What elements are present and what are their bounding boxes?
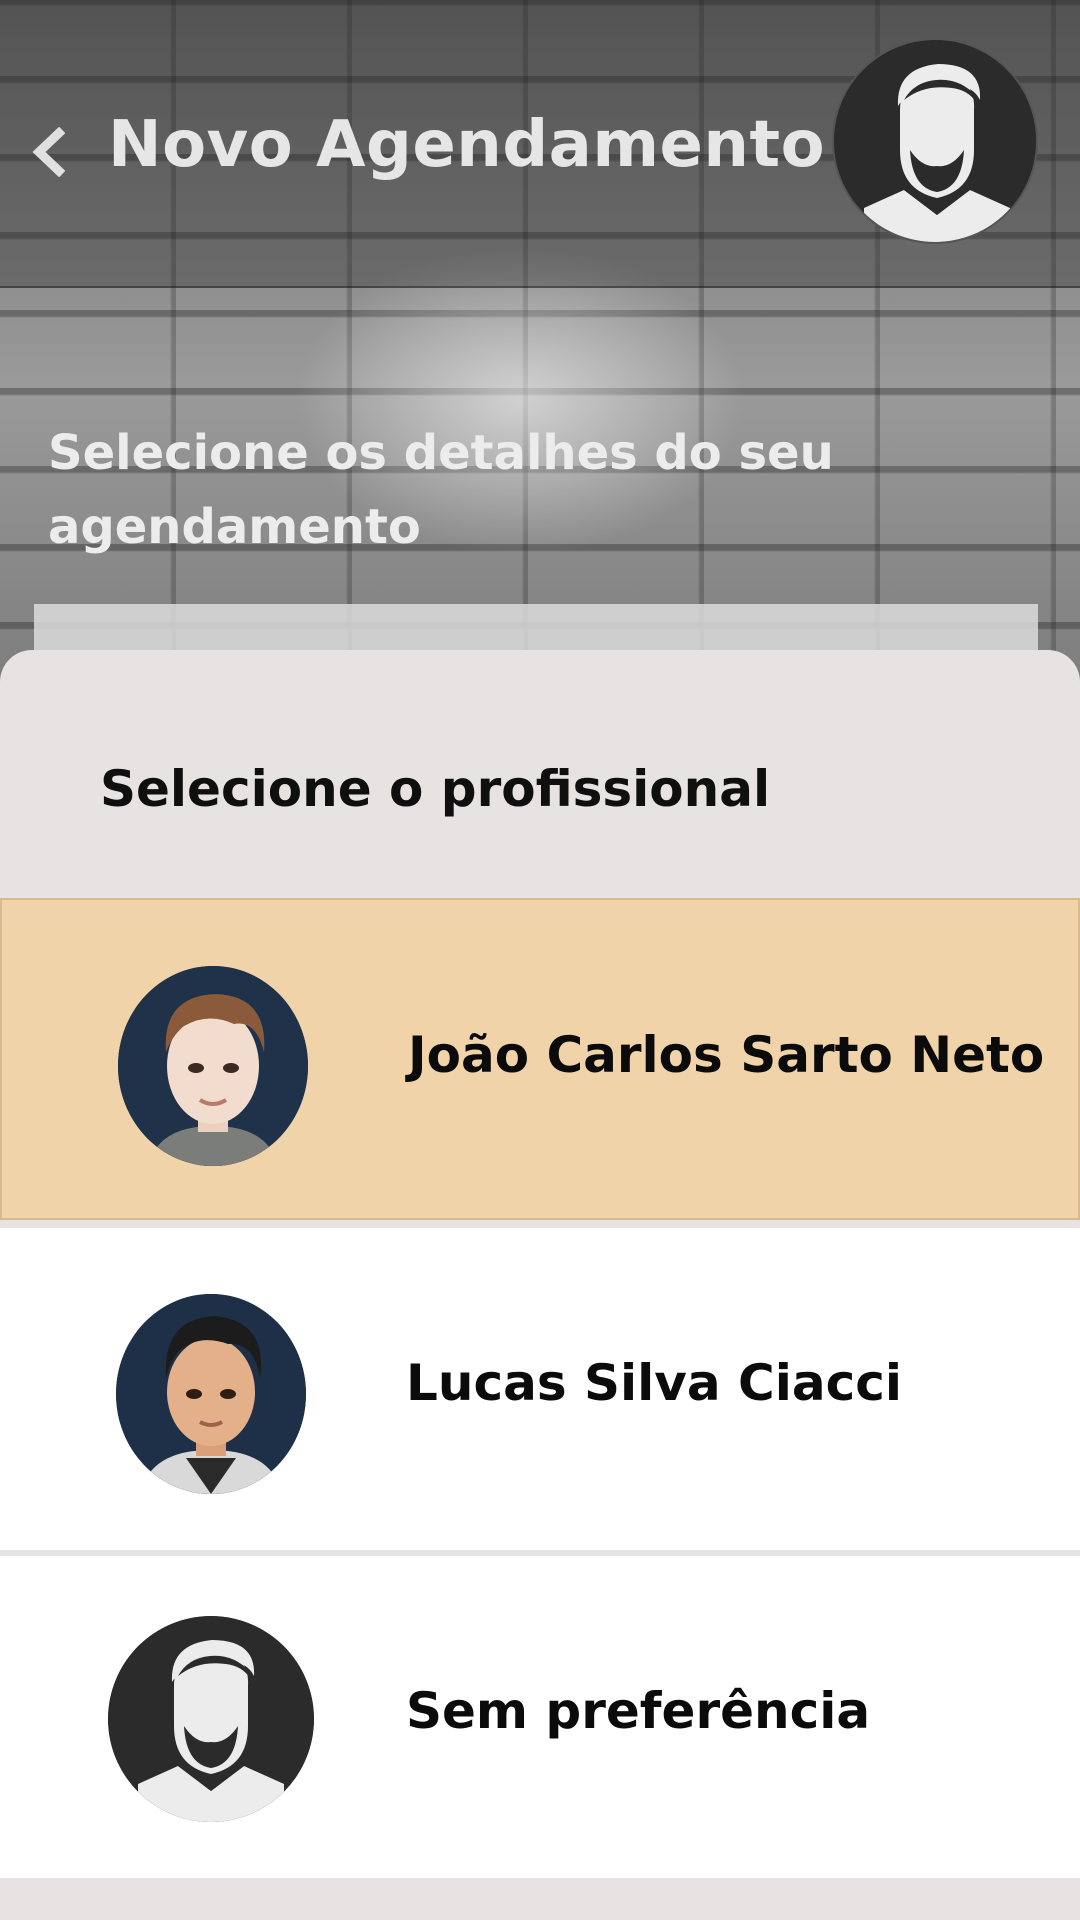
sheet-title: Selecione o profissional <box>100 760 771 818</box>
back-button[interactable] <box>28 122 68 182</box>
barber-avatar-icon <box>108 1616 314 1822</box>
professional-item-joao[interactable]: João Carlos Sarto Neto <box>0 898 1080 1220</box>
avatar <box>116 1294 306 1494</box>
professional-item-no-preference[interactable]: Sem preferência <box>0 1556 1080 1878</box>
instruction-text: Selecione os detalhes do seu agendamento <box>48 425 834 555</box>
professional-item-lucas[interactable]: Lucas Silva Ciacci <box>0 1228 1080 1550</box>
professional-name: Sem preferência <box>406 1682 871 1740</box>
professional-selection-sheet: Selecione o profissional João Carlos Sar… <box>0 650 1080 1920</box>
avatar <box>118 966 308 1166</box>
avatar-3d-man-black-hair <box>116 1294 306 1494</box>
chevron-left-icon <box>32 127 65 177</box>
professional-name: João Carlos Sarto Neto <box>408 1026 1045 1084</box>
profile-avatar-button[interactable] <box>832 38 1038 244</box>
barber-avatar-icon <box>834 40 1036 242</box>
page-title: Novo Agendamento <box>108 108 826 182</box>
avatar-3d-man-brown-hair <box>118 966 308 1166</box>
avatar <box>108 1616 314 1822</box>
professional-name: Lucas Silva Ciacci <box>406 1354 903 1412</box>
